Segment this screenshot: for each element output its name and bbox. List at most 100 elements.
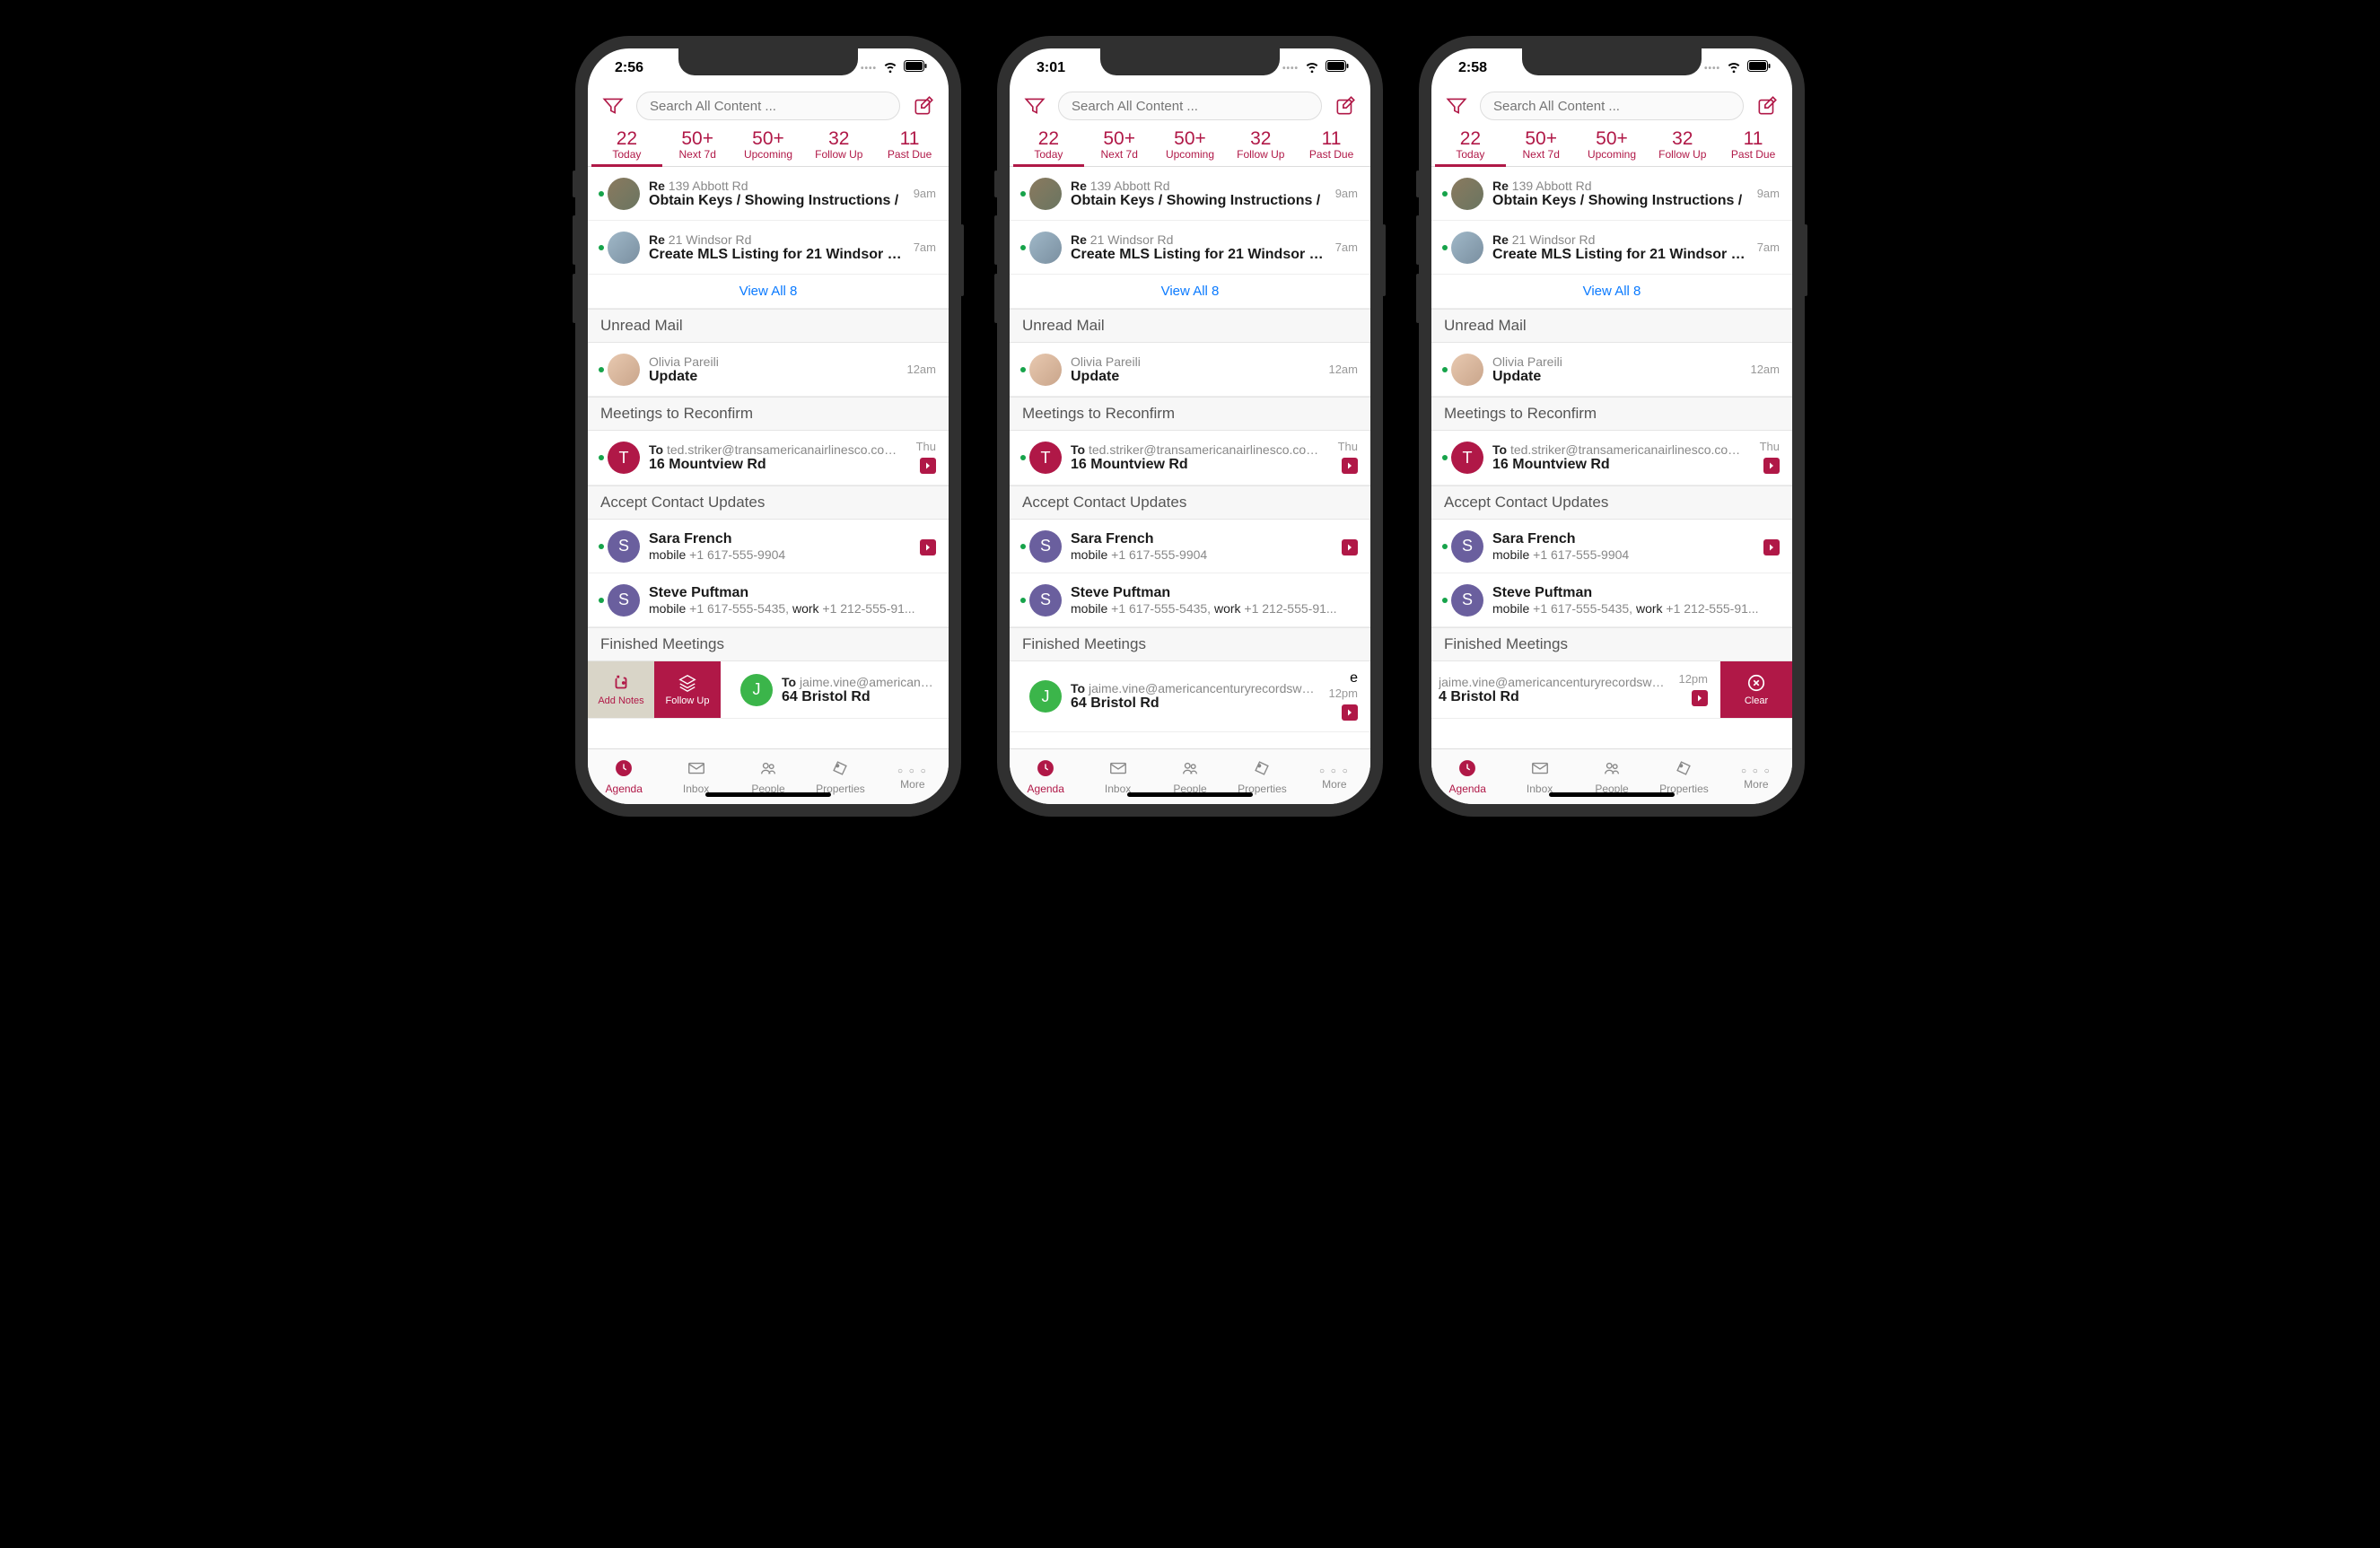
unread-indicator: [1020, 367, 1026, 372]
contact-update-item[interactable]: S Sara French mobile +1 617-555-9904: [588, 520, 949, 573]
contact-avatar: J: [740, 674, 773, 706]
phone-mockup: 2:58 •••• 22Today50+Next 7d50+Upcoming32…: [1419, 36, 1805, 817]
tab-past-due[interactable]: 11Past Due: [874, 127, 945, 166]
compose-icon[interactable]: [1331, 92, 1360, 120]
swipe-follow-up-button[interactable]: Follow Up: [654, 661, 721, 718]
tab-next-7d[interactable]: 50+Next 7d: [1084, 127, 1155, 166]
tab-today[interactable]: 22Today: [1435, 127, 1506, 166]
wifi-icon: [1726, 60, 1742, 77]
section-contact-updates: Accept Contact Updates: [1431, 485, 1792, 520]
tab-today[interactable]: 22Today: [591, 127, 662, 166]
unread-indicator: [1020, 245, 1026, 250]
people-icon: [758, 758, 778, 781]
contact-update-item[interactable]: S Steve Puftman mobile +1 617-555-5435, …: [1431, 573, 1792, 627]
filter-icon[interactable]: [1442, 92, 1471, 120]
contact-avatar: [1029, 354, 1062, 386]
view-all-link[interactable]: View All 8: [1010, 275, 1370, 309]
nav-more[interactable]: ○ ○ ○More: [1720, 749, 1792, 804]
meeting-item[interactable]: T To ted.striker@transamericanairlinesco…: [1010, 431, 1370, 485]
tab-next-7d[interactable]: 50+Next 7d: [1506, 127, 1577, 166]
arrow-right-icon[interactable]: [1342, 539, 1358, 555]
filter-icon[interactable]: [1020, 92, 1049, 120]
unread-indicator: [1020, 191, 1026, 197]
mail-item[interactable]: Olivia Pareili Update 12am: [1431, 343, 1792, 397]
unread-indicator: [1020, 598, 1026, 603]
dots-icon: ○ ○ ○: [897, 764, 928, 776]
mail-item[interactable]: Olivia Pareili Update 12am: [588, 343, 949, 397]
unread-indicator: [599, 598, 604, 603]
meeting-item[interactable]: T To ted.striker@transamericanairlinesco…: [1431, 431, 1792, 485]
arrow-right-icon[interactable]: [920, 539, 936, 555]
tab-upcoming[interactable]: 50+Upcoming: [1577, 127, 1648, 166]
nav-more[interactable]: ○ ○ ○More: [877, 749, 949, 804]
contact-update-item[interactable]: S Sara French mobile +1 617-555-9904: [1010, 520, 1370, 573]
home-indicator[interactable]: [1127, 792, 1253, 797]
agenda-filter-tabs: 22Today50+Next 7d50+Upcoming32Follow Up1…: [1431, 127, 1792, 167]
phone-mockup: 3:01 •••• 22Today50+Next 7d50+Upcoming32…: [997, 36, 1383, 817]
contact-avatar: T: [608, 442, 640, 474]
view-all-link[interactable]: View All 8: [1431, 275, 1792, 309]
compose-icon[interactable]: [1753, 92, 1781, 120]
arrow-right-icon[interactable]: [920, 458, 936, 474]
agenda-item[interactable]: Re 139 Abbott Rd Obtain Keys / Showing I…: [588, 167, 949, 221]
agenda-item[interactable]: Re 21 Windsor Rd Create MLS Listing for …: [588, 221, 949, 275]
search-input[interactable]: [636, 92, 900, 120]
tab-follow-up[interactable]: 32Follow Up: [1647, 127, 1718, 166]
filter-icon[interactable]: [599, 92, 627, 120]
nav-agenda[interactable]: Agenda: [1431, 749, 1503, 804]
swipe-add-notes-button[interactable]: Add Notes: [588, 661, 654, 718]
agenda-item[interactable]: Re 139 Abbott Rd Obtain Keys / Showing I…: [1010, 167, 1370, 221]
status-time: 3:01: [1037, 60, 1065, 76]
view-all-link[interactable]: View All 8: [588, 275, 949, 309]
unread-indicator: [1442, 598, 1448, 603]
tab-past-due[interactable]: 11Past Due: [1296, 127, 1367, 166]
arrow-right-icon[interactable]: [1763, 458, 1780, 474]
tab-upcoming[interactable]: 50+Upcoming: [1155, 127, 1226, 166]
finished-meeting-item[interactable]: jaime.vine@americancenturyrecordsworkbiz…: [1431, 661, 1720, 718]
unread-indicator: [1442, 245, 1448, 250]
section-unread-mail: Unread Mail: [588, 309, 949, 343]
agenda-item[interactable]: Re 21 Windsor Rd Create MLS Listing for …: [1010, 221, 1370, 275]
home-indicator[interactable]: [1549, 792, 1675, 797]
contact-update-item[interactable]: S Steve Puftman mobile +1 617-555-5435, …: [588, 573, 949, 627]
search-input[interactable]: [1058, 92, 1322, 120]
tab-next-7d[interactable]: 50+Next 7d: [662, 127, 733, 166]
nav-more[interactable]: ○ ○ ○More: [1299, 749, 1370, 804]
section-unread-mail: Unread Mail: [1010, 309, 1370, 343]
nav-agenda[interactable]: Agenda: [588, 749, 660, 804]
tab-follow-up[interactable]: 32Follow Up: [1225, 127, 1296, 166]
contact-update-item[interactable]: S Steve Puftman mobile +1 617-555-5435, …: [1010, 573, 1370, 627]
nav-agenda[interactable]: Agenda: [1010, 749, 1081, 804]
finished-meeting-item[interactable]: J To jaime.vine@americancenturyrecordswo…: [1010, 661, 1370, 732]
unread-indicator: [599, 245, 604, 250]
contact-avatar: S: [608, 530, 640, 563]
contact-update-item[interactable]: S Sara French mobile +1 617-555-9904: [1431, 520, 1792, 573]
cellular-icon: ••••: [861, 64, 877, 74]
unread-indicator: [1442, 191, 1448, 197]
meeting-item[interactable]: T To ted.striker@transamericanairlinesco…: [588, 431, 949, 485]
unread-indicator: [1020, 455, 1026, 460]
search-input[interactable]: [1480, 92, 1744, 120]
finished-meeting-item[interactable]: J To jaime.vine@americancentu 64 Bristol…: [721, 661, 949, 718]
contact-avatar: T: [1451, 442, 1483, 474]
home-indicator[interactable]: [705, 792, 831, 797]
arrow-right-icon[interactable]: [1342, 704, 1358, 721]
unread-indicator: [599, 191, 604, 197]
arrow-right-icon[interactable]: [1692, 690, 1708, 706]
agenda-item[interactable]: Re 21 Windsor Rd Create MLS Listing for …: [1431, 221, 1792, 275]
tab-past-due[interactable]: 11Past Due: [1718, 127, 1789, 166]
section-finished-meetings: Finished Meetings: [1431, 627, 1792, 661]
tab-follow-up[interactable]: 32Follow Up: [803, 127, 874, 166]
contact-avatar: S: [1029, 584, 1062, 617]
swipe-clear-button[interactable]: Clear: [1720, 661, 1792, 718]
agenda-item[interactable]: Re 139 Abbott Rd Obtain Keys / Showing I…: [1431, 167, 1792, 221]
compose-icon[interactable]: [909, 92, 938, 120]
tab-upcoming[interactable]: 50+Upcoming: [733, 127, 804, 166]
cellular-icon: ••••: [1282, 64, 1299, 74]
mail-item[interactable]: Olivia Pareili Update 12am: [1010, 343, 1370, 397]
clock-icon: [614, 758, 634, 781]
tab-today[interactable]: 22Today: [1013, 127, 1084, 166]
section-meetings-reconfirm: Meetings to Reconfirm: [1431, 397, 1792, 431]
arrow-right-icon[interactable]: [1342, 458, 1358, 474]
arrow-right-icon[interactable]: [1763, 539, 1780, 555]
